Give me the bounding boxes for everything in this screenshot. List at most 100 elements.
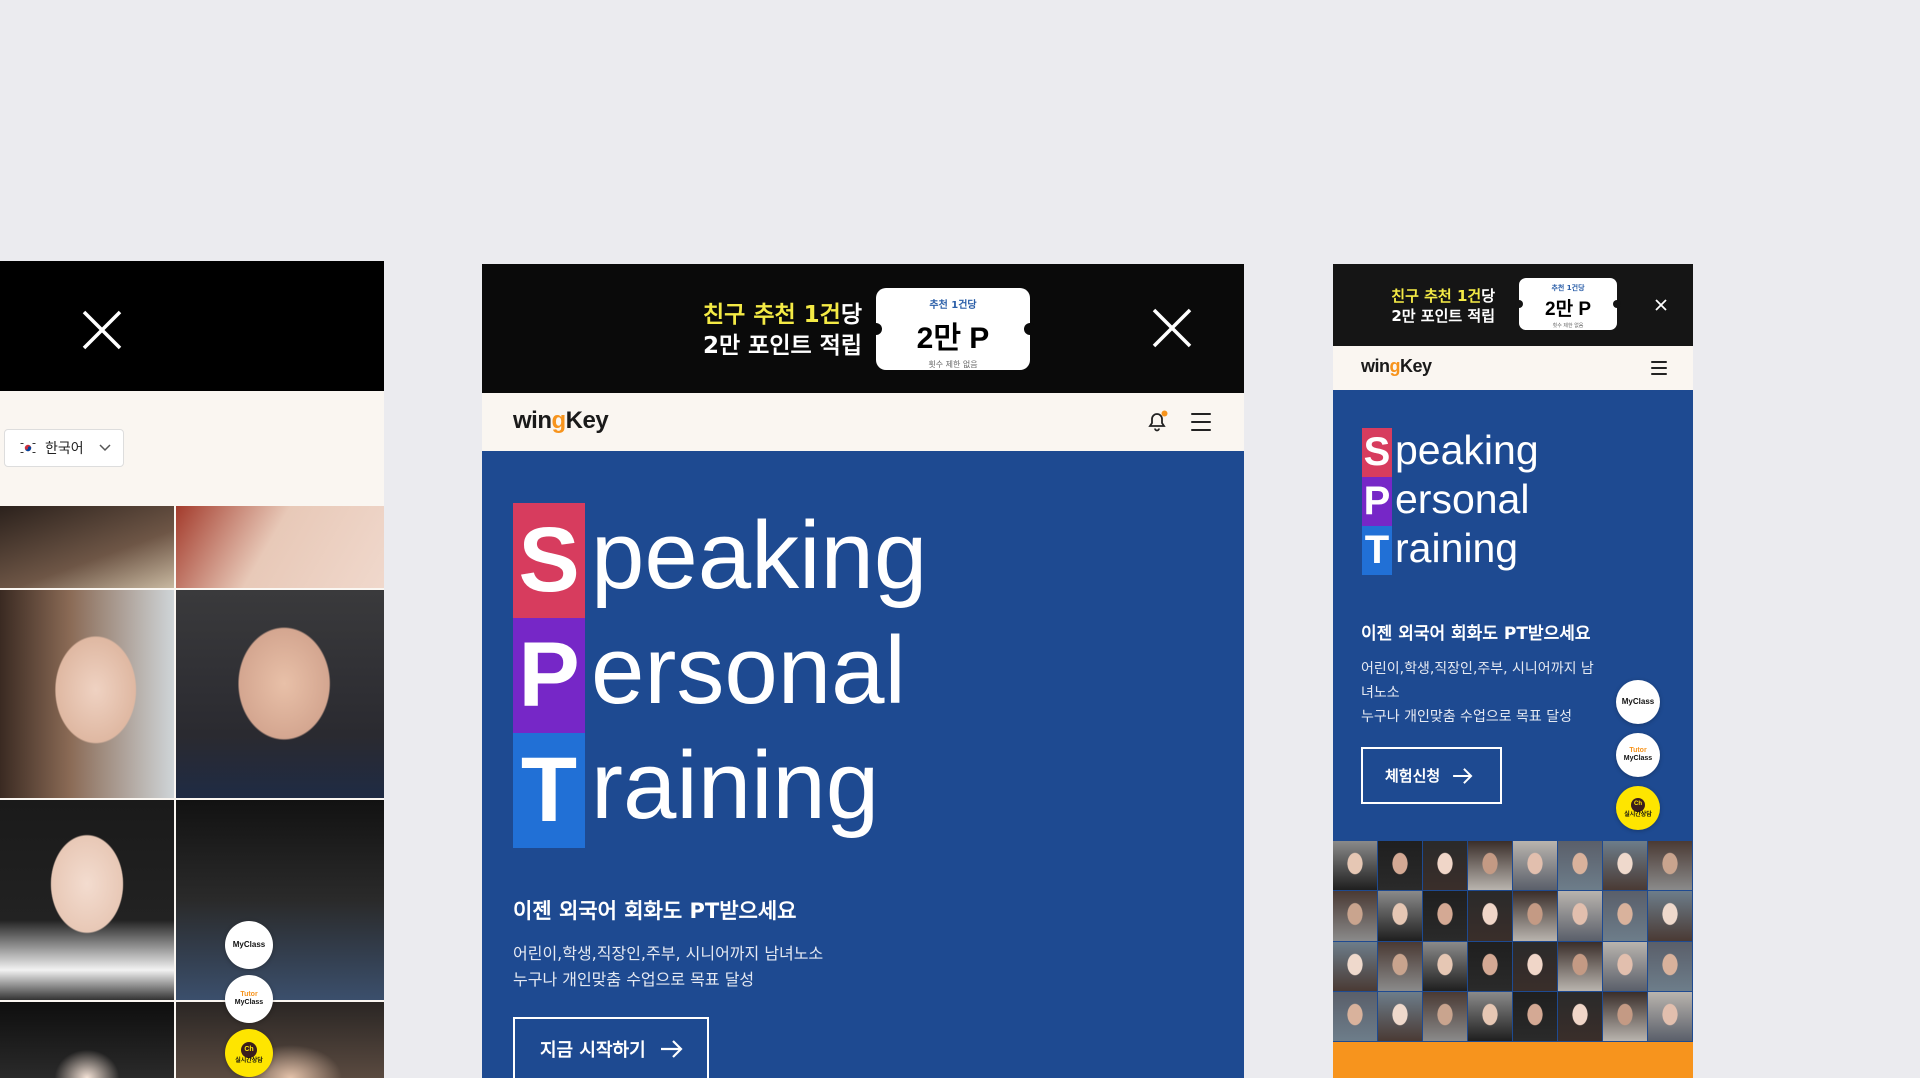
wingkey-logo[interactable]: wingKey: [513, 407, 609, 435]
tutor-photo: [0, 800, 174, 1000]
ticket-small-text: 추천 1건당: [929, 300, 977, 311]
menu-icon[interactable]: [1191, 413, 1211, 431]
promo-banner[interactable]: 친구 추천 1건당 2만 포인트 적립 추천 1건당 2만 P 횟수 제한 없음: [482, 264, 1244, 393]
tutor-photo: [176, 1002, 384, 1078]
tutor-photo: [1558, 841, 1602, 891]
promo-line2: 2만 포인트 적립: [1391, 307, 1495, 325]
hero-cap-p: P: [1362, 477, 1392, 526]
start-now-button[interactable]: 지금 시작하기: [513, 1017, 709, 1078]
bell-icon[interactable]: [1145, 409, 1169, 433]
hero-cap-p: P: [513, 618, 585, 733]
tutor-label: Tutor: [1629, 747, 1647, 755]
hero-cap-t: T: [513, 733, 585, 848]
promo-text: 친구 추천 1건당 2만 포인트 적립: [652, 300, 862, 362]
hero-word-speaking: peaking: [591, 501, 928, 609]
mobile-preview-panel: 친구 추천 1건당 2만 포인트 적립 추천 1건당 2만 P 횟수 제한 없음…: [1333, 264, 1693, 1078]
close-icon[interactable]: [80, 308, 124, 352]
tutor-photo: [1603, 941, 1647, 991]
tutor-photo-mosaic: [1333, 841, 1693, 1042]
hero-cap-s: S: [1362, 428, 1392, 477]
mobile-menu-panel: 한국어 MyClass Tutor MyClass Ch 실시간상담: [0, 261, 384, 1078]
hero-desc-line2: 누구나 개인맞춤 수업으로 목표 달성: [513, 969, 755, 989]
tutor-photo: [1648, 991, 1692, 1041]
points-ticket: 추천 1건당 2만 P 횟수 제한 없음: [1515, 278, 1621, 330]
tutor-photo: [1558, 941, 1602, 991]
hero-word-personal: ersonal: [1395, 476, 1530, 522]
promo-line1-rest: 당: [840, 302, 862, 328]
live-chat-button[interactable]: Ch 실시간상담: [1616, 786, 1660, 830]
hero-description: 어린이,학생,직장인,주부, 시니어까지 남녀노소 누구나 개인맞춤 수업으로 …: [513, 941, 823, 992]
tutor-myclass-label: MyClass: [1623, 755, 1653, 762]
myclass-button[interactable]: MyClass: [1616, 680, 1660, 724]
hero-subheading: 이젠 외국어 회화도 PT받으세요: [1361, 624, 1591, 644]
tutor-photo: [0, 1002, 174, 1078]
orange-section-strip: [1333, 1042, 1693, 1078]
tutor-label: Tutor: [240, 991, 258, 999]
tutor-photo: [1513, 891, 1557, 941]
ticket-note: 횟수 제한 없음: [1552, 323, 1584, 329]
tutor-myclass-label: MyClass: [234, 999, 264, 1006]
hero-desc-line1: 어린이,학생,직장인,주부, 시니어까지 남녀노소: [513, 944, 824, 963]
hero-word-personal: ersonal: [591, 616, 906, 724]
hero-word-training: raining: [1395, 525, 1519, 571]
tutor-photo: [1423, 891, 1467, 941]
tutor-photo: [1423, 941, 1467, 991]
hero-cap-t: T: [1362, 526, 1392, 575]
arrow-right-icon: [660, 1040, 683, 1058]
trial-signup-button[interactable]: 체험신청: [1361, 747, 1502, 804]
trial-signup-label: 체험신청: [1385, 767, 1441, 785]
tutor-photo: [1603, 841, 1647, 891]
chat-label: 실시간상담: [235, 1057, 263, 1064]
hero-desc-line2: 녀노소: [1361, 685, 1400, 701]
tutor-myclass-button[interactable]: Tutor MyClass: [1616, 733, 1660, 777]
wingkey-logo[interactable]: wingKey: [1361, 356, 1432, 377]
start-now-label: 지금 시작하기: [540, 1040, 646, 1061]
promo-highlight: 친구 추천 1건: [1391, 287, 1482, 305]
chevron-down-icon: [99, 444, 111, 452]
hero-description: 어린이,학생,직장인,주부, 시니어까지 남 녀노소 누구나 개인맞춤 수업으로…: [1361, 657, 1594, 729]
site-header: wingKey: [1333, 346, 1693, 390]
hero-line-personal: P ersonal: [513, 616, 906, 733]
tutor-photo: [1378, 941, 1422, 991]
chat-icon: Ch: [1631, 797, 1645, 812]
tutor-photo: [176, 590, 384, 798]
ticket-note: 횟수 제한 없음: [928, 360, 978, 369]
hero-cap-s: S: [513, 503, 585, 618]
promo-highlight: 친구 추천 1건: [703, 302, 841, 328]
myclass-label: MyClass: [1621, 696, 1655, 706]
tutor-photo: [1603, 991, 1647, 1041]
promo-line2: 2만 포인트 적립: [703, 333, 862, 359]
promo-line1-rest: 당: [1481, 287, 1495, 305]
tutor-myclass-button[interactable]: Tutor MyClass: [225, 975, 273, 1023]
hero-word-speaking: peaking: [1395, 427, 1539, 473]
close-icon[interactable]: [1152, 308, 1192, 348]
tutor-photo-grid: [0, 506, 384, 1078]
menu-icon[interactable]: [1651, 361, 1667, 375]
tutor-photo: [1513, 941, 1557, 991]
myclass-button[interactable]: MyClass: [225, 921, 273, 969]
points-ticket: 추천 1건당 2만 P 횟수 제한 없음: [870, 288, 1036, 370]
tutor-photo: [1378, 891, 1422, 941]
tutor-photo: [1603, 891, 1647, 941]
tablet-preview-panel: 친구 추천 1건당 2만 포인트 적립 추천 1건당 2만 P 횟수 제한 없음…: [482, 264, 1244, 1078]
tutor-photo: [1513, 841, 1557, 891]
tutor-photo: [1468, 991, 1512, 1041]
language-select[interactable]: 한국어: [4, 429, 124, 467]
hero-word-training: raining: [591, 731, 880, 839]
hero-line-training: T raining: [1362, 525, 1519, 575]
ticket-small-text: 추천 1건당: [1551, 284, 1585, 292]
tutor-photo: [1333, 941, 1377, 991]
hero-line-training: T raining: [513, 731, 880, 848]
tutor-photo: [1423, 991, 1467, 1041]
menu-topbar: [0, 261, 384, 391]
live-chat-button[interactable]: Ch 실시간상담: [225, 1029, 273, 1077]
close-icon[interactable]: [1655, 299, 1667, 311]
site-header: wingKey: [482, 393, 1244, 451]
tutor-photo: [0, 506, 174, 588]
hero-subheading: 이젠 외국어 회화도 PT받으세요: [513, 899, 797, 923]
promo-banner[interactable]: 친구 추천 1건당 2만 포인트 적립 추천 1건당 2만 P 횟수 제한 없음: [1333, 264, 1693, 346]
hero-desc-line1: 어린이,학생,직장인,주부, 시니어까지 남: [1361, 661, 1594, 677]
tutor-photo: [1513, 991, 1557, 1041]
chat-label: 실시간상담: [1624, 811, 1652, 818]
arrow-right-icon: [1453, 767, 1473, 784]
